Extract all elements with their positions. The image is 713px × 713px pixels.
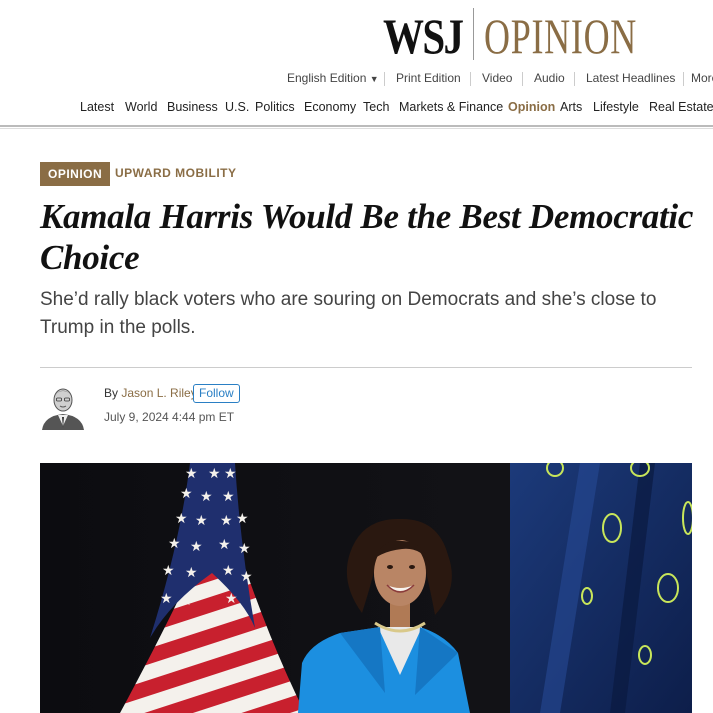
utility-divider [522, 72, 523, 86]
svg-text:★: ★ [224, 466, 237, 482]
nav-divider [0, 125, 713, 127]
svg-text:★: ★ [222, 489, 235, 505]
svg-text:★: ★ [236, 511, 249, 527]
svg-text:★: ★ [218, 537, 231, 553]
publish-date: July 9, 2024 4:44 pm ET [104, 410, 235, 424]
utility-divider [683, 72, 684, 86]
author-link[interactable]: Jason L. Riley [121, 386, 196, 400]
nav-item-business[interactable]: Business [167, 100, 218, 114]
svg-text:★: ★ [160, 591, 173, 607]
hero-image[interactable]: ★ ★ ★ ★ ★ ★ ★ ★ ★ ★ ★ ★ ★ ★ ★ ★ ★ ★ ★ ★ ★ [40, 463, 692, 713]
nav-item-latest[interactable]: Latest [80, 100, 114, 114]
byline-divider [40, 367, 692, 368]
utility-link-audio[interactable]: Audio [534, 71, 565, 85]
svg-text:★: ★ [180, 593, 193, 609]
svg-text:★: ★ [180, 486, 193, 502]
utility-divider [384, 72, 385, 86]
author-portrait-icon [40, 382, 86, 430]
svg-text:★: ★ [238, 541, 251, 557]
byline-prefix: By [104, 386, 122, 400]
nav-item-tech[interactable]: Tech [363, 100, 389, 114]
edition-selector[interactable]: English Edition ▼ [287, 71, 379, 85]
nav-item-lifestyle[interactable]: Lifestyle [593, 100, 639, 114]
svg-text:★: ★ [195, 513, 208, 529]
svg-text:★: ★ [162, 563, 175, 579]
nav-item-world[interactable]: World [125, 100, 157, 114]
wsj-logo[interactable]: WSJ [383, 8, 464, 64]
nav-item-economy[interactable]: Economy [304, 100, 356, 114]
svg-text:★: ★ [208, 466, 221, 482]
article-headline: Kamala Harris Would Be the Best Democrat… [40, 197, 694, 277]
utility-link-video[interactable]: Video [482, 71, 512, 85]
main-nav: Latest World Business U.S. Politics Econ… [0, 100, 713, 118]
nav-item-arts[interactable]: Arts [560, 100, 582, 114]
svg-text:★: ★ [222, 563, 235, 579]
logo-divider [473, 8, 474, 60]
utility-nav: English Edition ▼ Print Edition Video Au… [0, 71, 713, 89]
svg-text:★: ★ [190, 539, 203, 555]
svg-text:★: ★ [185, 466, 198, 482]
utility-divider [574, 72, 575, 86]
nav-item-real-estate[interactable]: Real Estate [649, 100, 713, 114]
hero-photo-illustration: ★ ★ ★ ★ ★ ★ ★ ★ ★ ★ ★ ★ ★ ★ ★ ★ ★ ★ ★ ★ ★ [40, 463, 692, 713]
byline: By Jason L. Riley [104, 386, 197, 400]
utility-link-print-edition[interactable]: Print Edition [396, 71, 461, 85]
utility-link-latest-headlines[interactable]: Latest Headlines [586, 71, 675, 85]
utility-link-more[interactable]: More [691, 71, 713, 85]
edition-label: English Edition [287, 71, 367, 85]
follow-button[interactable]: Follow [193, 384, 240, 403]
svg-text:★: ★ [225, 591, 238, 607]
utility-divider [470, 72, 471, 86]
svg-text:★: ★ [240, 569, 253, 585]
svg-text:★: ★ [175, 511, 188, 527]
author-avatar[interactable] [40, 382, 86, 430]
nav-divider-thin [0, 128, 713, 129]
svg-text:★: ★ [220, 513, 233, 529]
opinion-logo[interactable]: OPINION [484, 8, 637, 64]
svg-text:★: ★ [200, 489, 213, 505]
nav-item-politics[interactable]: Politics [255, 100, 295, 114]
nav-item-us[interactable]: U.S. [225, 100, 249, 114]
nav-item-markets-finance[interactable]: Markets & Finance [399, 100, 503, 114]
masthead: WSJ OPINION [0, 0, 713, 70]
svg-text:★: ★ [185, 565, 198, 581]
svg-text:★: ★ [168, 536, 181, 552]
article-dek: She’d rally black voters who are souring… [40, 289, 657, 338]
nav-item-opinion[interactable]: Opinion [508, 100, 555, 114]
opinion-flag[interactable]: OPINION [40, 162, 111, 186]
caret-down-icon: ▼ [369, 74, 379, 84]
column-label[interactable]: UPWARD MOBILITY [115, 166, 237, 180]
